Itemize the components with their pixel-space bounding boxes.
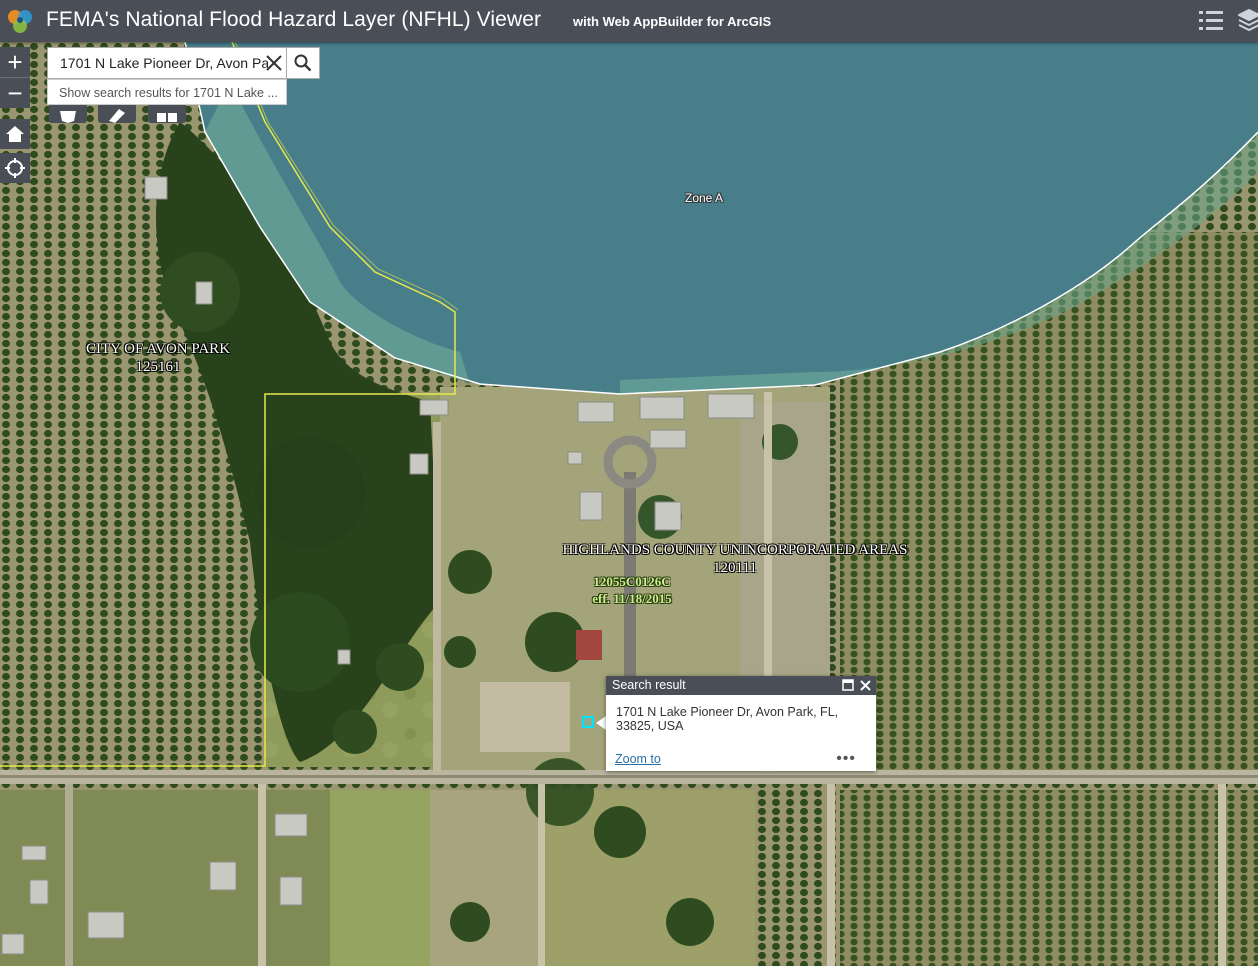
flood-zone-label: Zone A <box>685 191 724 205</box>
community-name: HIGHLANDS COUNTY UNINCORPORATED AREAS <box>562 542 908 558</box>
community-label-highlands-county: HIGHLANDS COUNTY UNINCORPORATED AREAS 12… <box>551 541 919 577</box>
search-result-popup: Search result 1701 N Lake Pioneer Dr, Av… <box>606 676 876 771</box>
zoom-to-link[interactable]: Zoom to <box>615 752 661 766</box>
community-label-avon-park: CITY OF AVON PARK 125161 <box>82 340 234 376</box>
home-icon <box>6 126 24 142</box>
more-actions-button[interactable]: ••• <box>836 750 856 768</box>
basemap-gallery-icon <box>157 113 177 122</box>
map-tool-icon <box>60 111 76 123</box>
search-button[interactable] <box>287 47 320 79</box>
community-id: 125161 <box>135 359 181 375</box>
app-subtitle: with Web AppBuilder for ArcGIS <box>573 14 772 29</box>
my-location-button[interactable] <box>0 153 30 183</box>
measure-icon <box>109 109 125 123</box>
popup-title: Search result <box>612 678 686 692</box>
panel-number: 12055C0126C <box>593 574 671 589</box>
zoom-out-button[interactable]: − <box>0 78 30 108</box>
search-suggestion[interactable]: Show search results for 1701 N Lake ... <box>47 79 287 105</box>
close-icon[interactable] <box>859 679 872 692</box>
search-box <box>47 47 287 79</box>
search-result-marker[interactable] <box>582 716 594 728</box>
layers-icon[interactable] <box>1238 8 1258 34</box>
locate-icon <box>5 158 25 178</box>
popup-pointer <box>596 716 606 730</box>
panel-effective-date: eff. 11/18/2015 <box>592 591 672 606</box>
community-name: CITY OF AVON PARK <box>85 341 231 357</box>
map-view[interactable]: Zone A CITY OF AVON PARK 125161 HIGHLAND… <box>0 42 1258 966</box>
maximize-icon[interactable] <box>842 679 854 691</box>
home-button[interactable] <box>0 119 30 149</box>
popup-header: Search result <box>606 676 876 695</box>
arcgis-logo-icon <box>8 10 32 33</box>
app-header: FEMA's National Flood Hazard Layer (NFHL… <box>0 0 1258 42</box>
zoom-in-button[interactable]: + <box>0 47 30 78</box>
search-icon <box>294 54 312 72</box>
popup-address: 1701 N Lake Pioneer Dr, Avon Park, FL, 3… <box>616 705 839 733</box>
search-input[interactable] <box>48 48 268 78</box>
app-title: FEMA's National Flood Hazard Layer (NFHL… <box>46 8 542 31</box>
clear-search-icon[interactable] <box>264 53 284 73</box>
imagery-basemap <box>0 42 1258 966</box>
legend-list-icon[interactable] <box>1198 9 1224 33</box>
firm-panel-label: 12055C0126C eff. 11/18/2015 <box>578 573 686 607</box>
